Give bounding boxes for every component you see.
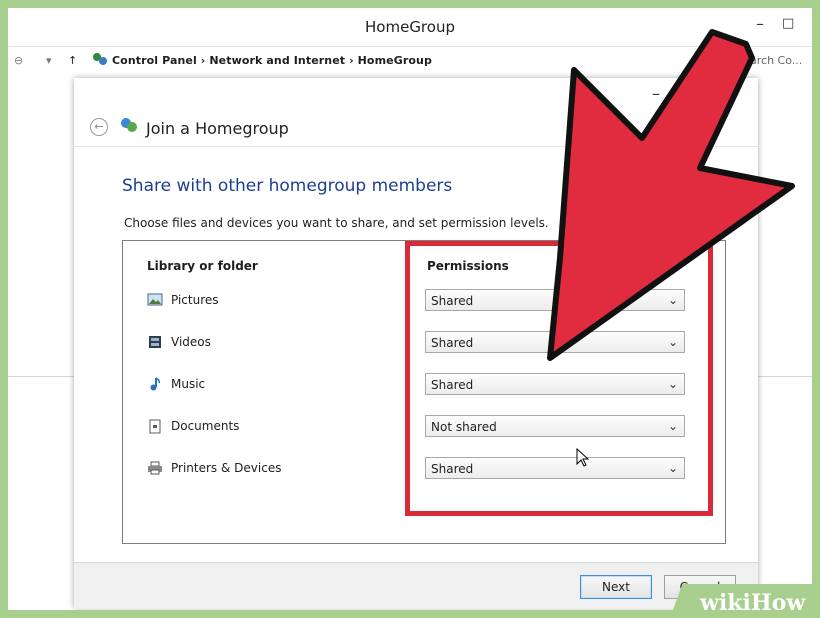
red-annotation-arrow-icon <box>547 29 795 361</box>
wikihow-watermark: wikiHow <box>670 580 820 618</box>
